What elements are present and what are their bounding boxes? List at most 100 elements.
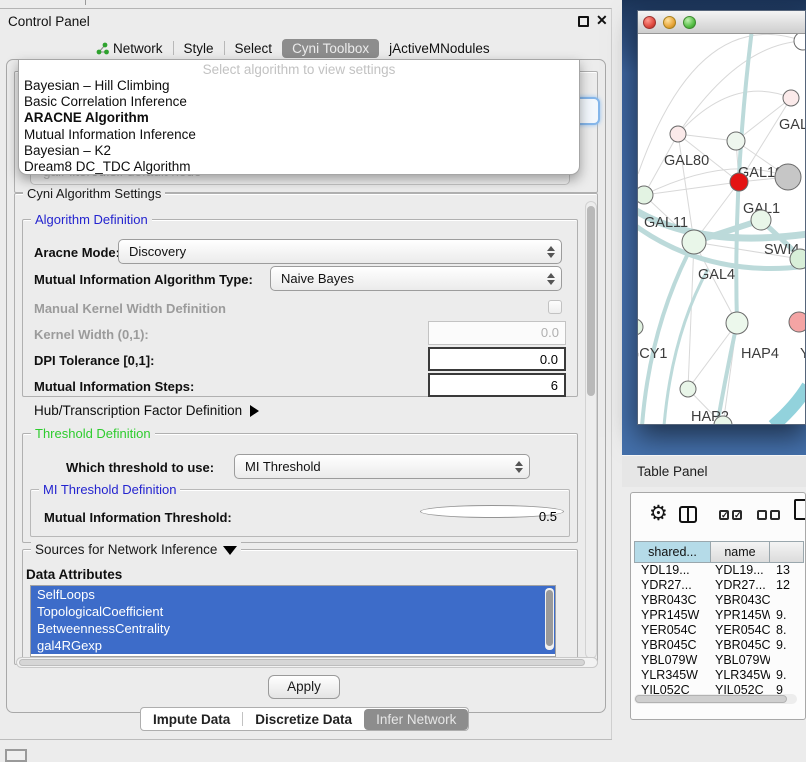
network-edge[interactable] <box>773 386 805 424</box>
table-cell: 13 <box>770 563 800 578</box>
mi-steps-field[interactable]: 6 <box>428 373 566 397</box>
threshold-definition-title: Threshold Definition <box>31 426 155 441</box>
settings-group-title: Cyni Algorithm Settings <box>23 186 165 201</box>
algorithm-option[interactable]: Bayesian – K2 <box>19 143 579 159</box>
table-hscroll-thumb[interactable] <box>635 695 787 703</box>
network-view-window[interactable]: GAL80GAL10GALGAL1GAL11SWI4GAL4GCY1HAP4YH… <box>637 10 806 425</box>
network-edge[interactable] <box>638 34 803 174</box>
tab-network[interactable]: Network <box>86 39 173 58</box>
list-scrollbar-thumb[interactable] <box>546 590 553 646</box>
node-label: GAL80 <box>664 153 709 169</box>
algorithm-option[interactable]: ARACNE Algorithm <box>19 110 579 126</box>
network-node-swi4[interactable] <box>751 210 771 230</box>
table-row[interactable]: YBL079WYBL079W <box>634 653 804 668</box>
table-row[interactable]: YER054CYER054C8. <box>634 623 804 638</box>
dpi-tolerance-field[interactable]: 0.0 <box>428 347 566 371</box>
settings-horizontal-scrollbar[interactable] <box>16 657 598 668</box>
select-all-icon[interactable]: ✓✓ <box>719 510 742 520</box>
hub-definition-toggle[interactable]: Hub/Transcription Factor Definition <box>34 403 259 418</box>
tab-style[interactable]: Style <box>174 39 224 58</box>
algorithm-option[interactable]: Mutual Information Inference <box>19 127 579 143</box>
mi-type-combo[interactable]: Naive Bayes <box>270 266 562 291</box>
close-icon[interactable]: ✕ <box>596 12 608 29</box>
network-node-gal[interactable] <box>783 90 799 106</box>
node-label: GAL <box>779 117 805 133</box>
algorithm-dropdown[interactable]: Select algorithm to view settings Bayesi… <box>18 59 580 175</box>
attribute-item[interactable]: BetweennessCentrality <box>31 620 555 637</box>
table-row[interactable]: YBR043CYBR043C <box>634 593 804 608</box>
which-threshold-combo[interactable]: MI Threshold <box>234 454 530 479</box>
network-node-gal10[interactable] <box>727 132 745 150</box>
tab-infer-network[interactable]: Infer Network <box>364 709 468 730</box>
node-label: HAP4 <box>741 346 779 362</box>
network-node-gcy1[interactable] <box>638 319 643 335</box>
network-edge[interactable] <box>688 242 694 389</box>
table-row[interactable]: YDR27...YDR27...12 <box>634 578 804 593</box>
network-node[interactable] <box>790 249 805 269</box>
attribute-item[interactable]: SelfLoops <box>31 586 555 603</box>
network-node-gal11[interactable] <box>638 186 653 204</box>
tab-cyni-toolbox[interactable]: Cyni Toolbox <box>282 39 379 58</box>
zoom-traffic-light[interactable] <box>683 16 696 29</box>
gear-icon[interactable]: ⚙ <box>649 501 668 526</box>
list-scrollbar[interactable] <box>545 588 554 650</box>
manual-kernel-checkbox[interactable] <box>548 300 562 314</box>
scrollbar-thumb[interactable] <box>587 206 595 396</box>
tab-impute-data[interactable]: Impute Data <box>141 709 242 730</box>
network-node-gal80[interactable] <box>670 126 686 142</box>
hscrollbar-thumb[interactable] <box>19 659 585 666</box>
network-canvas[interactable]: GAL80GAL10GALGAL1GAL11SWI4GAL4GCY1HAP4YH… <box>638 34 805 424</box>
table-cell: YDR27... <box>634 578 711 593</box>
table-row[interactable]: YPR145WYPR145W9. <box>634 608 804 623</box>
tab-discretize-data[interactable]: Discretize Data <box>243 709 364 730</box>
minimize-traffic-light[interactable] <box>663 16 676 29</box>
apply-button[interactable]: Apply <box>268 675 340 699</box>
algorithm-option[interactable]: Dream8 DC_TDC Algorithm <box>19 159 579 175</box>
tab-select[interactable]: Select <box>225 39 283 58</box>
data-attributes-list[interactable]: SelfLoopsTopologicalCoefficientBetweenne… <box>30 585 556 657</box>
tab-jactivemnodules[interactable]: jActiveMNodules <box>379 39 500 58</box>
dock-icon[interactable] <box>5 749 27 762</box>
table-row[interactable]: YDL19...YDL19...13 <box>634 563 804 578</box>
attribute-item[interactable]: TopologicalCoefficient <box>31 603 555 620</box>
table-cell: YPR145W <box>634 608 711 623</box>
table-cell: YBR045C <box>634 638 711 653</box>
network-graph: GAL80GAL10GALGAL1GAL11SWI4GAL4GCY1HAP4YH… <box>638 34 805 424</box>
network-node-hap4[interactable] <box>726 312 748 334</box>
network-node-gal1[interactable] <box>730 173 748 191</box>
network-node-hap2[interactable] <box>680 381 696 397</box>
table-cell: 9. <box>770 638 800 653</box>
mi-threshold-definition-title: MI Threshold Definition <box>39 482 180 497</box>
table-horizontal-scrollbar[interactable] <box>634 694 797 704</box>
mi-threshold-field[interactable]: 0.5 <box>420 505 564 518</box>
sources-title[interactable]: Sources for Network Inference <box>31 542 241 557</box>
column-header[interactable] <box>770 541 804 563</box>
column-header[interactable]: shared... <box>634 541 711 563</box>
deselect-all-icon[interactable] <box>757 510 780 520</box>
dpi-tolerance-label: DPI Tolerance [0,1]: <box>34 353 154 368</box>
export-table-icon[interactable] <box>794 499 806 520</box>
network-node-gal4[interactable] <box>682 230 706 254</box>
network-edge[interactable] <box>678 91 791 134</box>
algorithm-option[interactable]: Bayesian – Hill Climbing <box>19 78 579 94</box>
table-row[interactable]: YBR045CYBR045C9. <box>634 638 804 653</box>
close-traffic-light[interactable] <box>643 16 656 29</box>
window-titlebar[interactable] <box>638 11 805 34</box>
attribute-item[interactable]: gal4RGexp <box>31 637 555 654</box>
network-node[interactable] <box>775 164 801 190</box>
toolbar-divider-tick <box>85 0 86 5</box>
column-layout-icon[interactable] <box>679 506 697 523</box>
bottom-tab-bar: Impute DataDiscretize DataInfer Network <box>140 707 469 731</box>
table-cell <box>770 653 800 668</box>
aracne-mode-combo[interactable]: Discovery <box>118 239 562 264</box>
settings-vertical-scrollbar[interactable] <box>585 201 597 659</box>
network-node-y[interactable] <box>789 312 805 332</box>
table-rows: YDL19...YDL19...13YDR27...YDR27...12YBR0… <box>634 563 804 698</box>
algorithm-option[interactable]: Basic Correlation Inference <box>19 94 579 110</box>
control-panel: Control Panel ✕ NetworkStyleSelectCyni T… <box>0 8 612 739</box>
column-header[interactable]: name <box>711 541 770 563</box>
float-window-icon[interactable] <box>578 16 589 27</box>
network-node[interactable] <box>794 34 805 50</box>
table-row[interactable]: YLR345WYLR345W9. <box>634 668 804 683</box>
kernel-width-field[interactable]: 0.0 <box>428 321 566 345</box>
